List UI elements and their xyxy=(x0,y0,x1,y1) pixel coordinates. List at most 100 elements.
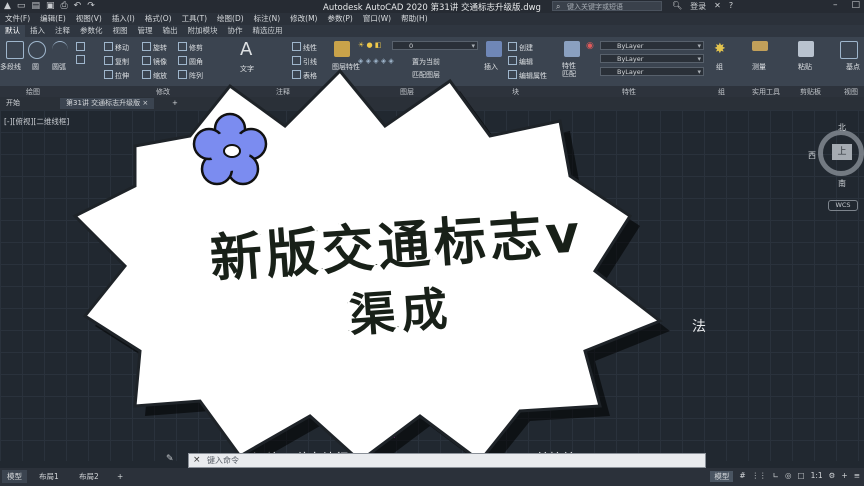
tab-collaborate[interactable]: 协作 xyxy=(223,25,248,37)
rectangle-icon[interactable] xyxy=(76,42,87,52)
panel-modify[interactable]: 修改 xyxy=(156,87,170,97)
tab-annotate[interactable]: 注释 xyxy=(50,25,75,37)
viewport-controls[interactable]: [-][俯视][二维线框] xyxy=(4,116,69,127)
compass-west[interactable]: 西 xyxy=(808,150,816,161)
edit-attributes-button[interactable]: 编辑属性 xyxy=(508,70,547,81)
search-input[interactable]: ⌕ 键入关键字或短语 xyxy=(552,1,662,11)
wcs-menu[interactable]: WCS xyxy=(828,200,858,211)
ortho-toggle-icon[interactable]: ∟ xyxy=(773,471,779,482)
color-wheel-icon[interactable]: ◉ xyxy=(586,41,594,51)
polar-toggle-icon[interactable]: ◎ xyxy=(785,471,792,482)
compass-south[interactable]: 南 xyxy=(838,178,846,189)
add-layout-icon[interactable]: + xyxy=(112,470,128,483)
menu-insert[interactable]: 插入(I) xyxy=(107,13,140,25)
tab-manage[interactable]: 管理 xyxy=(133,25,158,37)
menu-file[interactable]: 文件(F) xyxy=(0,13,35,25)
tab-output[interactable]: 输出 xyxy=(158,25,183,37)
menu-dimension[interactable]: 标注(N) xyxy=(249,13,285,25)
table-button[interactable]: 表格 xyxy=(292,70,317,81)
menu-edit[interactable]: 编辑(E) xyxy=(35,13,71,25)
menu-format[interactable]: 格式(O) xyxy=(140,13,177,25)
help-button[interactable]: ? xyxy=(729,1,733,12)
exchange-icon[interactable]: ✕ xyxy=(714,1,721,12)
panel-utilities[interactable]: 实用工具 xyxy=(752,87,780,97)
model-space-toggle[interactable]: 模型 xyxy=(710,471,734,482)
compass-north[interactable]: 北 xyxy=(838,122,846,133)
paste-button[interactable]: 粘贴 xyxy=(798,62,812,72)
command-close-icon[interactable]: × xyxy=(193,454,201,467)
base-view-icon[interactable] xyxy=(840,41,858,59)
fillet-button[interactable]: 圆角 xyxy=(178,56,203,67)
file-tab-start[interactable]: 开始 xyxy=(0,98,26,109)
customize-menu-icon[interactable]: ≡ xyxy=(854,471,860,482)
group-button[interactable]: 组 xyxy=(716,62,723,72)
file-tab-close-icon[interactable]: × xyxy=(142,99,148,107)
layout-tab-1[interactable]: 布局1 xyxy=(34,470,64,483)
text-button[interactable]: 文字 xyxy=(240,64,254,74)
layer-tools-icons[interactable]: ◈ ◈ ◈ ◈ ◈ xyxy=(358,57,394,65)
rotate-button[interactable]: 旋转 xyxy=(142,42,167,53)
panel-clipboard[interactable]: 剪贴板 xyxy=(800,87,821,97)
grid-toggle-icon[interactable]: # xyxy=(739,471,745,482)
array-button[interactable]: 阵列 xyxy=(178,70,203,81)
menu-window[interactable]: 窗口(W) xyxy=(358,13,396,25)
menu-parametric[interactable]: 参数(P) xyxy=(322,13,357,25)
mirror-button[interactable]: 镜像 xyxy=(142,56,167,67)
layer-properties-icon[interactable] xyxy=(334,41,350,57)
match-properties-button[interactable]: 特性匹配 xyxy=(562,62,580,78)
maximize-icon[interactable]: □ xyxy=(851,0,860,10)
text-icon[interactable]: A xyxy=(240,39,252,60)
layout-tab-model[interactable]: 模型 xyxy=(2,470,27,483)
login-link[interactable]: 登录 xyxy=(690,1,706,12)
trim-button[interactable]: 修剪 xyxy=(178,42,203,53)
color-dropdown[interactable]: ByLayer xyxy=(600,41,704,51)
panel-block[interactable]: 块 xyxy=(512,87,519,97)
layer-dropdown[interactable]: 0 xyxy=(392,41,478,51)
panel-view[interactable]: 视图 xyxy=(844,87,858,97)
set-current-button[interactable]: 置为当前 xyxy=(412,57,440,67)
layout-tab-2[interactable]: 布局2 xyxy=(74,470,104,483)
new-tab-button[interactable]: + xyxy=(166,98,184,109)
arc-icon[interactable] xyxy=(52,41,68,58)
layer-properties-button[interactable]: 图层特性 xyxy=(332,62,360,72)
panel-draw[interactable]: 绘图 xyxy=(26,87,40,97)
create-block-button[interactable]: 创建 xyxy=(508,42,533,53)
settings-gear-icon[interactable]: ⚙ xyxy=(829,471,836,482)
annotation-scale[interactable]: 1:1 xyxy=(811,471,823,482)
insert-block-button[interactable]: 插入 xyxy=(484,62,498,72)
panel-groups[interactable]: 组 xyxy=(718,87,725,97)
viewcube-top-face[interactable]: 上 xyxy=(832,144,852,160)
linetype-dropdown[interactable]: ByLayer xyxy=(600,54,704,64)
match-properties-icon[interactable] xyxy=(564,41,580,57)
polyline-button[interactable]: 多段线 xyxy=(0,62,21,72)
panel-properties[interactable]: 特性 xyxy=(622,87,636,97)
leader-button[interactable]: 引线 xyxy=(292,56,317,67)
command-line[interactable]: × 键入命令 xyxy=(188,453,706,468)
edit-block-button[interactable]: 编辑 xyxy=(508,56,533,67)
tab-parametric[interactable]: 参数化 xyxy=(75,25,108,37)
measure-icon[interactable] xyxy=(752,41,768,51)
menu-view[interactable]: 视图(V) xyxy=(71,13,107,25)
plus-icon[interactable]: + xyxy=(841,471,847,482)
menu-help[interactable]: 帮助(H) xyxy=(396,13,433,25)
stretch-button[interactable]: 拉伸 xyxy=(104,70,129,81)
group-icon[interactable]: ✸ xyxy=(714,41,726,57)
tab-insert[interactable]: 插入 xyxy=(25,25,50,37)
polyline-icon[interactable] xyxy=(6,41,24,59)
match-layer-button[interactable]: 匹配图层 xyxy=(412,70,440,80)
file-tab-current[interactable]: 第31讲 交通标志升级版 × xyxy=(60,98,155,109)
menu-modify[interactable]: 修改(M) xyxy=(285,13,322,25)
panel-annotation[interactable]: 注释 xyxy=(276,87,290,97)
search-button-icon[interactable]: 🔍︎ xyxy=(672,1,682,12)
viewcube[interactable]: 上 北 西 南 xyxy=(808,122,864,189)
osnap-toggle-icon[interactable]: □ xyxy=(798,471,805,482)
panel-layers[interactable]: 图层 xyxy=(400,87,414,97)
tab-view[interactable]: 视图 xyxy=(108,25,133,37)
move-button[interactable]: 移动 xyxy=(104,42,129,53)
paste-icon[interactable] xyxy=(798,41,814,57)
circle-icon[interactable] xyxy=(28,41,46,59)
command-input[interactable]: 键入命令 xyxy=(207,454,239,467)
measure-button[interactable]: 测量 xyxy=(752,62,766,72)
snap-toggle-icon[interactable]: ⋮⋮ xyxy=(752,471,767,482)
copy-button[interactable]: 复制 xyxy=(104,56,129,67)
